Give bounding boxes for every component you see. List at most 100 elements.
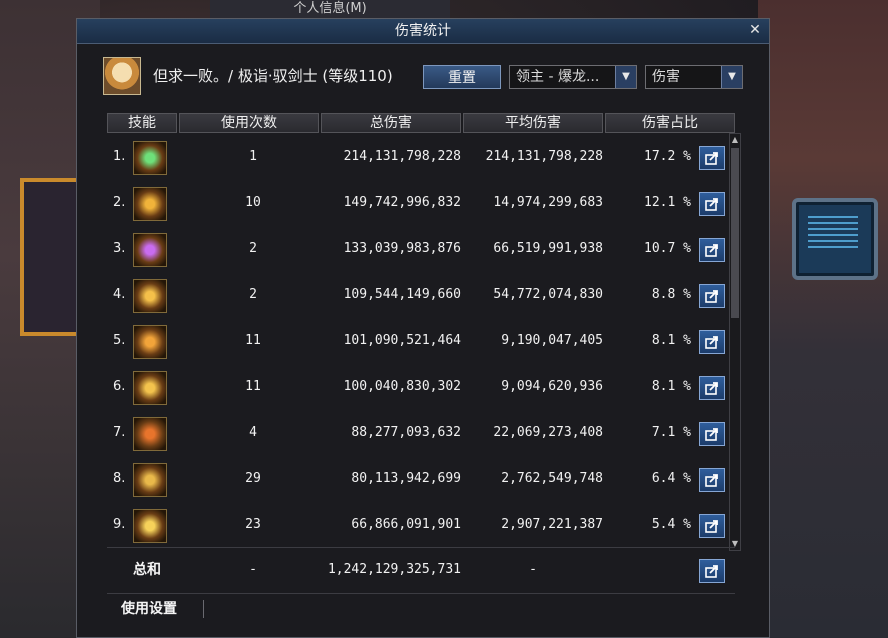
share-icon [705, 336, 718, 349]
row-avg-damage: 66,519,991,938 [493, 241, 603, 256]
share-icon [705, 565, 718, 578]
header-avg: 平均伤害 [463, 113, 603, 133]
skill-icon [133, 233, 167, 267]
row-share-button[interactable] [699, 238, 725, 262]
table-row: 9. 23 66,866,091,901 2,907,221,387 5.4 % [107, 503, 735, 547]
skill-icon [133, 325, 167, 359]
header-total: 总伤害 [321, 113, 461, 133]
dialog-titlebar[interactable]: 伤害统计 ✕ [77, 19, 769, 44]
row-damage-share: 5.4 % [651, 517, 691, 532]
row-damage-share: 7.1 % [651, 425, 691, 440]
share-icon [705, 520, 718, 533]
row-uses: 10 [245, 195, 261, 210]
row-total-damage: 133,039,983,876 [343, 241, 461, 256]
skill-icon [133, 187, 167, 221]
damage-stats-dialog: 伤害统计 ✕ 但求一败。/ 极诣·驭剑士 (等级110) 重置 领主 - 爆龙.… [76, 18, 770, 638]
table-row: 7. 4 88,277,093,632 22,069,273,408 7.1 % [107, 411, 735, 455]
row-uses: 11 [245, 379, 261, 394]
row-damage-share: 17.2 % [644, 149, 691, 164]
game-monitor-prop [792, 198, 878, 280]
row-damage-share: 8.1 % [651, 379, 691, 394]
player-avatar [103, 57, 141, 95]
row-rank: 8. [113, 471, 126, 486]
row-avg-damage: 9,094,620,936 [501, 379, 603, 394]
row-share-button[interactable] [699, 376, 725, 400]
summary-total: 1,242,129,325,731 [327, 562, 461, 577]
row-avg-damage: 54,772,074,830 [493, 287, 603, 302]
scroll-up-icon[interactable]: ▲ [730, 134, 740, 146]
row-rank: 3. [113, 241, 126, 256]
row-share-button[interactable] [699, 146, 725, 170]
share-icon [705, 428, 718, 441]
damage-type-select[interactable]: 伤害 ▼ [645, 65, 743, 89]
header-uses: 使用次数 [179, 113, 319, 133]
dialog-footer: 使用设置 [107, 593, 735, 624]
row-share-button[interactable] [699, 514, 725, 538]
row-damage-share: 10.7 % [644, 241, 691, 256]
table-row: 2. 10 149,742,996,832 14,974,299,683 12.1 % [107, 181, 735, 225]
dialog-title: 伤害统计 [395, 23, 451, 39]
row-uses: 4 [249, 425, 257, 440]
player-name: 但求一败。/ 极诣·驭剑士 (等级110) [153, 67, 393, 85]
row-rank: 7. [113, 425, 126, 440]
row-uses: 11 [245, 333, 261, 348]
player-info-row: 但求一败。/ 极诣·驭剑士 (等级110) 重置 领主 - 爆龙... ▼ 伤害… [103, 57, 753, 97]
table-row: 5. 11 101,090,521,464 9,190,047,405 8.1 % [107, 319, 735, 363]
table-row: 3. 2 133,039,983,876 66,519,991,938 10.7 % [107, 227, 735, 271]
skill-damage-table: 技能 使用次数 总伤害 平均伤害 伤害占比 1. 1 214,131,798,228… [107, 113, 735, 583]
skill-icon [133, 463, 167, 497]
row-rank: 6. [113, 379, 126, 394]
row-total-damage: 101,090,521,464 [343, 333, 461, 348]
row-total-damage: 66,866,091,901 [351, 517, 461, 532]
usage-settings-button[interactable]: 使用设置 [121, 598, 177, 618]
share-icon [705, 198, 718, 211]
summary-uses: - [249, 562, 257, 577]
row-share-button[interactable] [699, 468, 725, 492]
header-skill: 技能 [107, 113, 177, 133]
row-uses: 23 [245, 517, 261, 532]
summary-row: 总和 - 1,242,129,325,731 - [107, 547, 735, 592]
share-icon [705, 290, 718, 303]
row-uses: 1 [249, 149, 257, 164]
reset-button[interactable]: 重置 [423, 65, 501, 89]
row-avg-damage: 2,762,549,748 [501, 471, 603, 486]
target-select[interactable]: 领主 - 爆龙... ▼ [509, 65, 637, 89]
row-total-damage: 149,742,996,832 [343, 195, 461, 210]
row-share-button[interactable] [699, 192, 725, 216]
summary-share-button[interactable] [699, 559, 725, 583]
close-button[interactable]: ✕ [747, 22, 763, 38]
row-uses: 2 [249, 287, 257, 302]
row-total-damage: 88,277,093,632 [351, 425, 461, 440]
share-icon [705, 382, 718, 395]
parent-window-title: 个人信息(M) [210, 0, 450, 18]
row-rank: 4. [113, 287, 126, 302]
summary-label: 总和 [133, 562, 161, 578]
skill-icon [133, 371, 167, 405]
row-rank: 2. [113, 195, 126, 210]
row-total-damage: 100,040,830,302 [343, 379, 461, 394]
summary-avg: - [529, 562, 537, 577]
game-background-right [758, 0, 888, 638]
row-share-button[interactable] [699, 330, 725, 354]
chevron-down-icon: ▼ [615, 66, 636, 88]
skill-icon [133, 417, 167, 451]
skill-icon [133, 279, 167, 313]
table-row: 8. 29 80,113,942,699 2,762,549,748 6.4 % [107, 457, 735, 501]
game-signboard [20, 178, 80, 336]
share-icon [705, 152, 718, 165]
row-damage-share: 8.8 % [651, 287, 691, 302]
header-pct: 伤害占比 [605, 113, 735, 133]
skill-icon [133, 509, 167, 543]
target-select-value: 领主 - 爆龙... [516, 69, 600, 85]
row-share-button[interactable] [699, 284, 725, 308]
row-uses: 2 [249, 241, 257, 256]
row-damage-share: 8.1 % [651, 333, 691, 348]
table-row: 1. 1 214,131,798,228 214,131,798,228 17.2 % [107, 135, 735, 179]
scrollbar-thumb[interactable] [731, 148, 739, 318]
table-scrollbar[interactable]: ▲ ▼ [729, 133, 741, 551]
row-share-button[interactable] [699, 422, 725, 446]
row-damage-share: 12.1 % [644, 195, 691, 210]
table-row: 4. 2 109,544,149,660 54,772,074,830 8.8 % [107, 273, 735, 317]
row-avg-damage: 214,131,798,228 [485, 149, 603, 164]
share-icon [705, 474, 718, 487]
